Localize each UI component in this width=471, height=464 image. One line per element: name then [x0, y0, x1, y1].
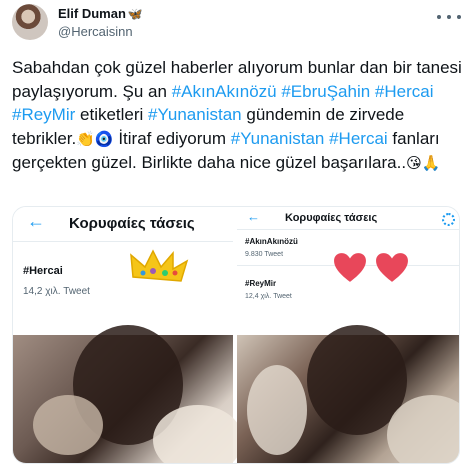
tweet-card: Elif Duman 🦋 @Hercaisinn Sabahdan çok gü… — [0, 0, 471, 464]
hashtag-link[interactable]: #Hercai — [375, 82, 434, 101]
tweet-text-segment: etiketleri — [75, 105, 149, 124]
photo-left[interactable] — [13, 325, 243, 463]
trend-tag: #ReyMir — [245, 279, 277, 288]
trends-title: Κορυφαίες τάσεις — [69, 215, 195, 232]
tweet-text-segment: İtiraf ediyorum — [113, 128, 231, 148]
hashtag-link[interactable]: #Hercai — [329, 129, 388, 148]
hashtag-link[interactable]: #ReyMir — [12, 105, 75, 124]
kiss-pray-emoji: 😘🙏 — [406, 154, 441, 172]
avatar[interactable] — [12, 4, 48, 40]
divider — [13, 241, 233, 242]
author-handle[interactable]: @Hercaisinn — [58, 24, 143, 39]
butterfly-icon: 🦋 — [127, 6, 143, 21]
back-arrow-icon: ← — [27, 211, 45, 231]
photo-right[interactable] — [237, 325, 459, 463]
crown-icon — [130, 249, 189, 282]
tweet-text: Sabahdan çok güzel haberler alıyorum bun… — [12, 56, 464, 176]
trends-title: Κορυφαίες τάσεις — [285, 212, 378, 224]
hashtag-link[interactable]: #Yunanistan — [148, 105, 242, 124]
back-arrow-icon: ← — [247, 209, 260, 224]
divider — [237, 229, 459, 230]
trend-tag: #AkınAkınözü — [245, 237, 298, 246]
author-block: Elif Duman 🦋 @Hercaisinn — [58, 6, 143, 39]
hashtag-link[interactable]: #Yunanistan — [231, 129, 325, 148]
photo-shape — [153, 405, 243, 463]
trend-count: 12,4 χιλ. Tweet — [245, 293, 292, 300]
trend-tag: #Hercai — [23, 265, 63, 277]
clap-evil-eye-emoji: 👏🧿 — [76, 129, 114, 148]
hashtag-link[interactable]: #EbruŞahin — [281, 82, 370, 101]
hashtag-link[interactable]: #AkınAkınözü — [172, 82, 277, 101]
author-name-row[interactable]: Elif Duman 🦋 — [58, 6, 143, 21]
media-grid[interactable]: ← Κορυφαίες τάσεις #Hercai 14,2 χιλ. Twe… — [12, 206, 460, 464]
more-horizontal-icon[interactable] — [437, 10, 461, 24]
trends-screenshot-left[interactable]: ← Κορυφαίες τάσεις #Hercai 14,2 χιλ. Twe… — [13, 207, 233, 332]
heart-icon — [376, 253, 408, 282]
trends-screenshot-right[interactable]: ← Κορυφαίες τάσεις #AkınAkınözü 9.830 Tw… — [237, 207, 459, 332]
author-name[interactable]: Elif Duman — [58, 6, 126, 21]
photo-shape — [247, 365, 307, 455]
heart-icon — [334, 253, 366, 282]
gear-icon — [442, 213, 455, 226]
photo-shape — [33, 395, 103, 455]
trend-count: 14,2 χιλ. Tweet — [23, 286, 90, 297]
trend-count: 9.830 Tweet — [245, 251, 284, 258]
